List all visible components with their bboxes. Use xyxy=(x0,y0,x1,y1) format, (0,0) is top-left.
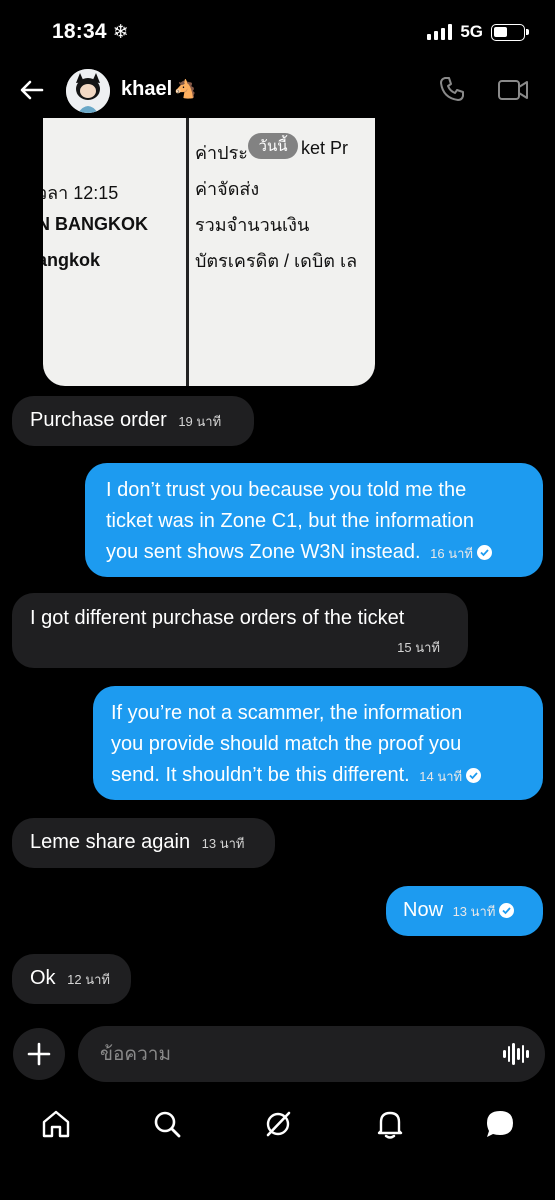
message-bubble-outgoing[interactable]: If you’re not a scammer, the information… xyxy=(93,686,543,800)
message-text: send. It shouldn’t be this different. 14… xyxy=(111,760,527,792)
read-check-icon xyxy=(499,903,515,919)
photo-text: บัตรเครดิต / เดบิต เล xyxy=(195,251,358,271)
message-text: you provide should match the proof you xyxy=(111,733,462,755)
message-bubble-outgoing[interactable]: I don’t trust you because you told me th… xyxy=(85,463,543,577)
signal-icon xyxy=(427,24,453,40)
photo-text: ket Pr xyxy=(301,138,349,158)
message-time: 13 นาที xyxy=(452,904,496,919)
message-text: Now xyxy=(403,899,444,921)
message-time: 15 นาที xyxy=(397,640,440,655)
document-divider xyxy=(186,118,189,386)
message-time: 14 นาที xyxy=(419,769,463,784)
photo-text: รวมจำนวนเงิน xyxy=(195,215,310,235)
battery-icon xyxy=(491,23,529,41)
horse-emoji-icon: 🐴 xyxy=(174,79,197,99)
photo-text: angkok xyxy=(43,250,101,270)
photo-text: วลา 12:15 xyxy=(43,183,119,203)
message-time: 13 นาที xyxy=(201,836,245,851)
photo-text: ค่าจัดส่ง xyxy=(195,179,260,199)
date-chip: วันนี้ xyxy=(248,133,298,159)
search-icon[interactable] xyxy=(151,1108,183,1140)
message-text: you sent shows Zone W3N instead. 16 นาที xyxy=(106,537,525,569)
message-bubble-outgoing[interactable]: Now 13 นาที xyxy=(386,886,543,936)
messages-icon[interactable] xyxy=(484,1108,516,1140)
message-bubble-incoming[interactable]: Leme share again 13 นาที xyxy=(12,818,275,868)
message-text: I don’t trust you because you told me th… xyxy=(106,479,467,501)
message-text: Ok xyxy=(30,967,56,989)
message-bubble-incoming[interactable]: Purchase order 19 นาที xyxy=(12,396,254,446)
photo-text: ค่าประ xyxy=(195,143,248,163)
add-media-button[interactable] xyxy=(13,1028,65,1080)
message-input[interactable] xyxy=(98,1026,482,1084)
home-icon[interactable] xyxy=(40,1108,72,1140)
phone-icon[interactable] xyxy=(438,75,466,103)
plus-icon xyxy=(27,1042,51,1066)
message-time: 16 นาที xyxy=(430,546,473,561)
network-label: 5G xyxy=(460,22,483,41)
read-check-icon xyxy=(477,545,492,561)
message-time: 19 นาที xyxy=(178,414,222,429)
message-composer xyxy=(78,1026,545,1084)
contact-name[interactable]: khael 🐴 xyxy=(121,78,197,101)
voice-message-icon[interactable] xyxy=(503,1042,530,1066)
avatar[interactable] xyxy=(66,69,110,113)
photo-text: N BANGKOK xyxy=(43,214,148,234)
message-text: ticket was in Zone C1, but the informati… xyxy=(106,510,474,532)
status-time: 18:34 ❄ xyxy=(52,20,129,43)
message-time: 12 นาที xyxy=(67,972,110,987)
image-attachment[interactable]: วลา 12:15 N BANGKOK angkok ค่าประ ket Pr… xyxy=(43,118,375,386)
message-bubble-incoming[interactable]: Ok 12 นาที xyxy=(12,954,131,1004)
message-bubble-incoming[interactable]: I got different purchase orders of the t… xyxy=(12,593,468,668)
snowflake-icon: ❄ xyxy=(112,22,129,43)
message-text: Purchase order xyxy=(30,409,167,431)
message-text: If you’re not a scammer, the information xyxy=(111,702,463,724)
notifications-icon[interactable] xyxy=(374,1108,406,1140)
read-check-icon xyxy=(466,768,482,784)
message-text: Leme share again xyxy=(30,831,191,853)
back-arrow-icon[interactable] xyxy=(18,76,46,104)
grok-icon[interactable] xyxy=(262,1108,294,1140)
video-call-icon[interactable] xyxy=(497,76,529,104)
message-text: I got different purchase orders of the t… xyxy=(30,607,405,629)
status-indicators: 5G xyxy=(427,22,529,42)
